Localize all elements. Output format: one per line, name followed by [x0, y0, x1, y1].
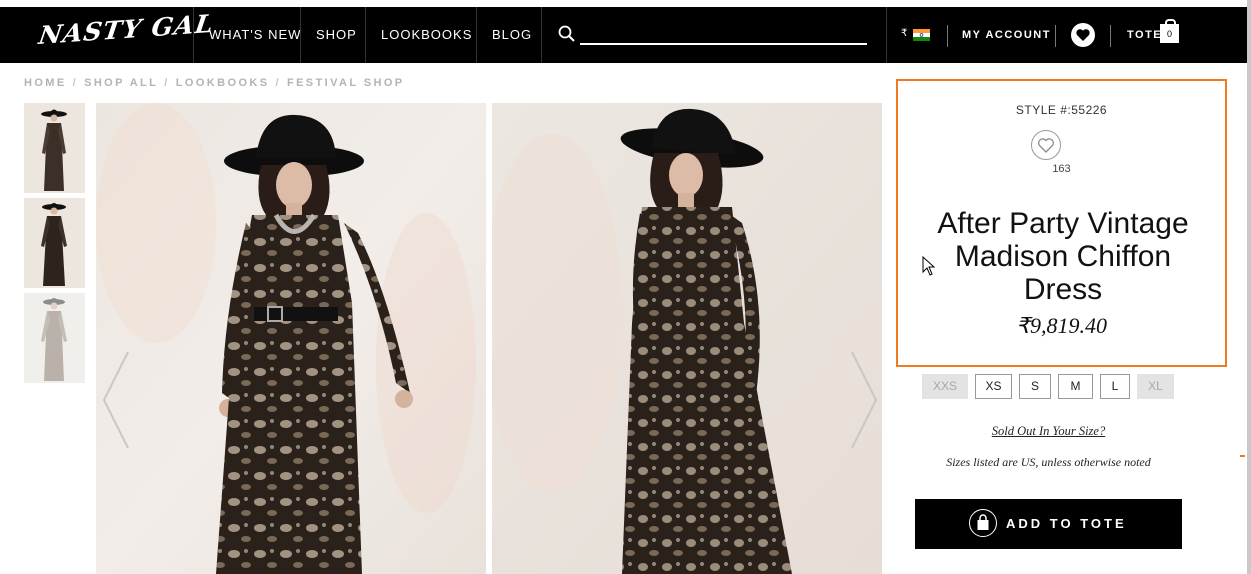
- sizes-note: Sizes listed are US, unless otherwise no…: [946, 455, 1151, 469]
- nav-whats-new[interactable]: WHAT'S NEW: [209, 27, 301, 42]
- nav-blog[interactable]: BLOG: [492, 27, 532, 42]
- nav-shop[interactable]: SHOP: [316, 27, 357, 42]
- nav-lookbooks[interactable]: LOOKBOOKS: [381, 27, 472, 42]
- nav-divider: [365, 7, 366, 63]
- size-option-m[interactable]: M: [1058, 374, 1093, 399]
- nav-divider: [476, 7, 477, 63]
- wishlist-heart-icon[interactable]: [1071, 23, 1095, 47]
- product-thumbnail[interactable]: [24, 293, 85, 383]
- tote-bag-icon[interactable]: 0: [1160, 19, 1179, 43]
- my-account-link[interactable]: MY ACCOUNT: [962, 29, 1051, 41]
- scroll-indicator: [1240, 455, 1245, 457]
- currency-symbol[interactable]: ₹: [901, 28, 907, 39]
- size-option-xxs[interactable]: XXS: [922, 374, 968, 399]
- favorite-heart-icon[interactable]: [1031, 130, 1061, 160]
- search-input[interactable]: [580, 43, 867, 45]
- product-info-panel: STYLE #:55226 163 After Party Vintage Ma…: [896, 79, 1227, 367]
- next-image-arrow-icon[interactable]: [848, 350, 880, 450]
- breadcrumb-festival-shop[interactable]: FESTIVAL SHOP: [287, 77, 405, 89]
- product-thumbnail[interactable]: [24, 103, 85, 193]
- breadcrumb-home[interactable]: HOME: [24, 77, 67, 89]
- browser-top-strip: [0, 0, 1251, 7]
- tote-count: 0: [1166, 29, 1172, 39]
- nav-divider: [947, 25, 948, 47]
- size-option-s[interactable]: S: [1019, 374, 1051, 399]
- favorite-count: 163: [1052, 163, 1071, 175]
- tote-link[interactable]: TOTE: [1127, 29, 1162, 41]
- breadcrumb-separator: /: [164, 77, 170, 89]
- product-thumbnail[interactable]: [24, 198, 85, 288]
- india-flag-icon[interactable]: [913, 29, 930, 41]
- product-title: After Party Vintage Madison Chiffon Dres…: [937, 207, 1189, 306]
- size-option-l[interactable]: L: [1100, 374, 1130, 399]
- top-navigation-bar: NASTY GAL WHAT'S NEW SHOP LOOKBOOKS BLOG…: [0, 7, 1247, 63]
- nav-divider: [541, 7, 542, 63]
- breadcrumb-separator: /: [72, 77, 79, 89]
- shopping-bag-icon: [969, 509, 997, 537]
- style-number: STYLE #:55226: [1015, 103, 1108, 117]
- breadcrumb-lookbooks[interactable]: LOOKBOOKS: [176, 77, 270, 89]
- product-photo-front[interactable]: [96, 103, 486, 574]
- size-option-xs[interactable]: XS: [975, 374, 1012, 399]
- breadcrumb: HOME / SHOP ALL / LOOKBOOKS / FESTIVAL SHOP: [24, 77, 405, 89]
- breadcrumb-separator: /: [275, 77, 281, 89]
- product-photo-side[interactable]: [492, 103, 882, 574]
- size-option-xl[interactable]: XL: [1137, 374, 1174, 399]
- nav-divider: [193, 7, 194, 63]
- nav-divider: [1055, 25, 1056, 47]
- add-to-tote-label: ADD TO TOTE: [1006, 516, 1127, 531]
- search-icon[interactable]: [558, 25, 576, 43]
- previous-image-arrow-icon[interactable]: [100, 350, 132, 450]
- brand-logo[interactable]: NASTY GAL: [37, 9, 216, 50]
- nav-divider: [886, 7, 887, 63]
- add-to-tote-button[interactable]: ADD TO TOTE: [915, 499, 1182, 549]
- product-price: ₹9,819.40: [1016, 313, 1107, 338]
- nav-divider: [300, 7, 301, 63]
- nav-divider: [1110, 25, 1111, 47]
- scrollbar[interactable]: [1247, 0, 1251, 574]
- breadcrumb-shop-all[interactable]: SHOP ALL: [84, 77, 158, 89]
- mouse-cursor-icon: [922, 256, 936, 276]
- sold-out-in-your-size-link[interactable]: Sold Out In Your Size?: [897, 424, 1200, 439]
